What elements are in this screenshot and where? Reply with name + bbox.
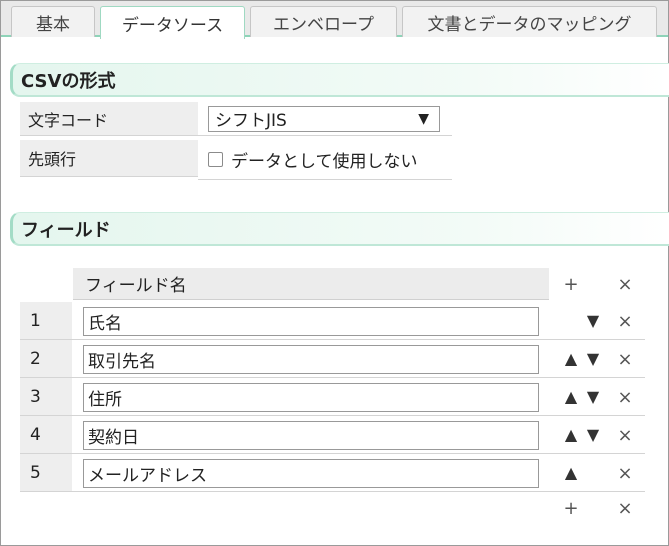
field-name-header-text: フィールド名: [85, 276, 187, 296]
tab-envelope[interactable]: エンベロープ: [250, 6, 397, 37]
field-name-input[interactable]: 住所: [83, 383, 539, 412]
add-field-bottom-button[interactable]: +: [561, 498, 581, 519]
move-up-button[interactable]: ▲: [562, 387, 580, 406]
field-row-number: 3: [20, 378, 72, 415]
field-row-number: 5: [20, 454, 72, 491]
field-row-5: 5 メールアドレス ▲ ×: [20, 454, 645, 492]
tab-basic[interactable]: 基本: [11, 6, 95, 37]
header-row-cell: データとして使用しない: [198, 140, 452, 180]
move-up-button[interactable]: ▲: [562, 349, 580, 368]
move-down-button[interactable]: ▼: [584, 349, 602, 368]
delete-all-fields-button[interactable]: ×: [615, 274, 635, 295]
move-down-button[interactable]: ▼: [584, 311, 602, 330]
field-row-4: 4 契約日 ▲ ▼ ×: [20, 416, 645, 454]
csv-section-header: CSVの形式: [10, 63, 669, 97]
field-name-column-header: フィールド名: [73, 268, 549, 300]
move-up-button[interactable]: ▲: [562, 463, 580, 482]
encoding-label: 文字コード: [20, 102, 198, 136]
field-row-number: 2: [20, 340, 72, 377]
move-down-button[interactable]: ▼: [584, 425, 602, 444]
field-row-3: 3 住所 ▲ ▼ ×: [20, 378, 645, 416]
field-name-input[interactable]: メールアドレス: [83, 459, 539, 488]
field-row-2: 2 取引先名 ▲ ▼ ×: [20, 340, 645, 378]
tab-bar: 基本 データソース エンベロープ 文書とデータのマッピング: [1, 1, 668, 39]
csv-section-title: CSVの形式: [21, 70, 116, 92]
field-name-input[interactable]: 取引先名: [83, 345, 539, 374]
fields-section-header: フィールド: [10, 212, 669, 246]
header-row-label: 先頭行: [20, 140, 198, 177]
delete-field-button[interactable]: ×: [615, 387, 635, 408]
delete-field-button[interactable]: ×: [615, 311, 635, 332]
add-field-top-button[interactable]: +: [561, 274, 581, 295]
chevron-down-icon: ▼: [418, 110, 429, 127]
delete-field-bottom-button[interactable]: ×: [615, 498, 635, 519]
header-row-checkbox-label[interactable]: データとして使用しない: [231, 147, 418, 172]
move-up-button[interactable]: ▲: [562, 425, 580, 444]
field-name-input[interactable]: 氏名: [83, 307, 539, 336]
tab-data-source[interactable]: データソース: [100, 6, 245, 39]
header-row-checkbox[interactable]: [208, 152, 223, 167]
tab-document-data-mapping[interactable]: 文書とデータのマッピング: [402, 6, 657, 37]
encoding-cell: シフトJIS ▼: [198, 102, 452, 136]
delete-field-button[interactable]: ×: [615, 425, 635, 446]
encoding-select-value: シフトJIS: [215, 111, 287, 131]
delete-field-button[interactable]: ×: [615, 349, 635, 370]
field-row-number: 4: [20, 416, 72, 453]
fields-section-title: フィールド: [21, 219, 111, 241]
move-down-button[interactable]: ▼: [584, 387, 602, 406]
field-row-number: 1: [20, 302, 72, 339]
field-name-input[interactable]: 契約日: [83, 421, 539, 450]
encoding-select[interactable]: シフトJIS ▼: [208, 105, 440, 132]
field-row-1: 1 氏名 ▼ ×: [20, 302, 645, 340]
delete-field-button[interactable]: ×: [615, 463, 635, 484]
